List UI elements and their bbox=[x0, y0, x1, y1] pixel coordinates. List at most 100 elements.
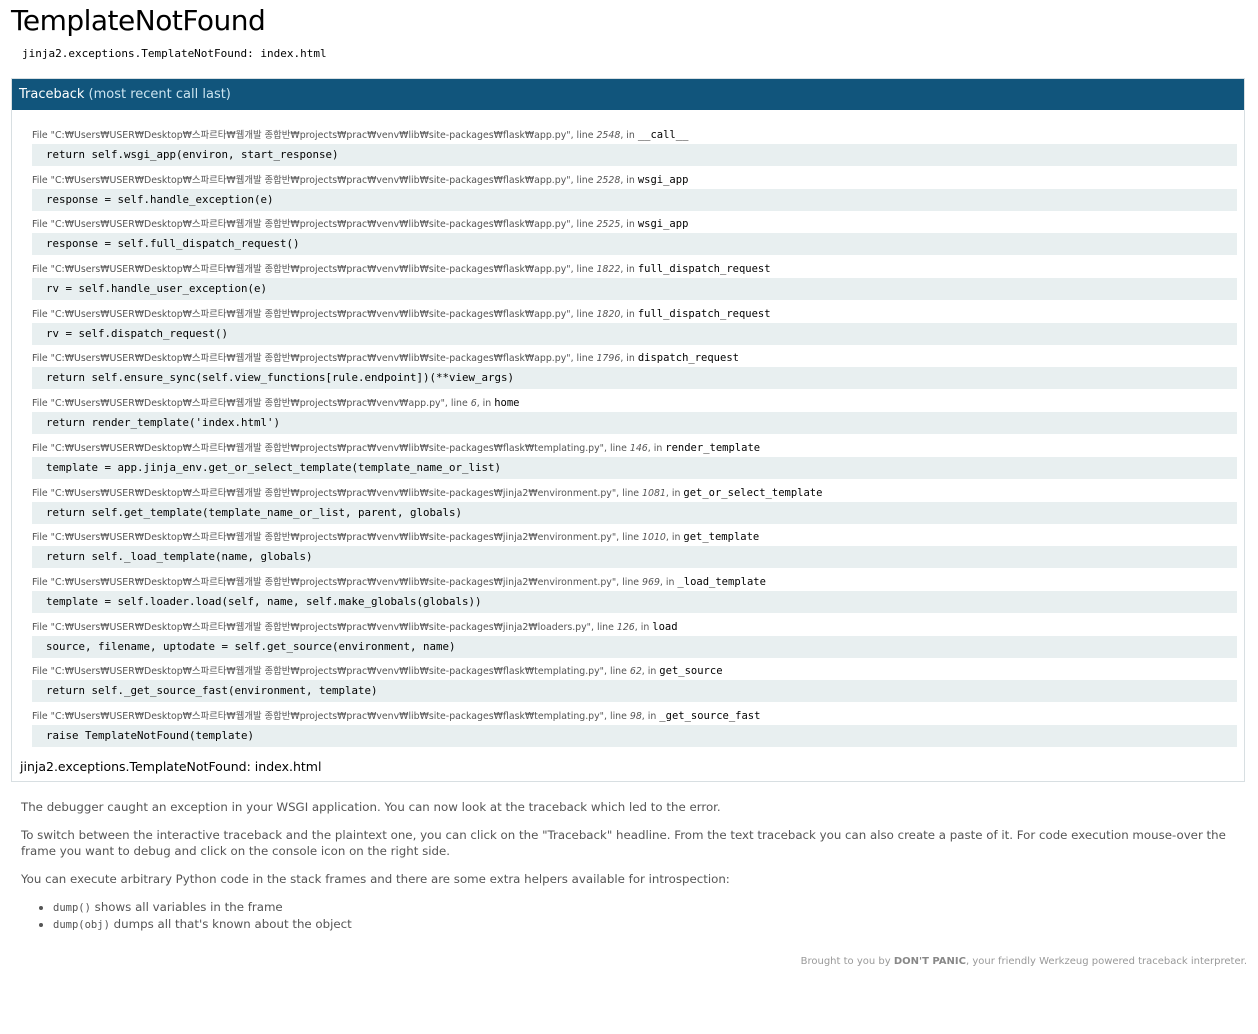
traceback-frame: File "C:₩Users₩USER₩Desktop₩스파르타₩웹개발 종합반… bbox=[32, 216, 1237, 261]
frame-function: _get_source_fast bbox=[659, 709, 761, 722]
frame-filename: "C:₩Users₩USER₩Desktop₩스파르타₩웹개발 종합반₩proj… bbox=[50, 308, 571, 320]
frame-in-word: , in bbox=[620, 353, 638, 365]
frame-lineno: 98 bbox=[629, 710, 642, 722]
frame-file-prefix: File bbox=[32, 487, 51, 499]
frame-lineno: 146 bbox=[629, 442, 648, 454]
frame-location: File "C:₩Users₩USER₩Desktop₩스파르타₩웹개발 종합반… bbox=[32, 574, 1237, 590]
frame-line-word: , line bbox=[570, 308, 597, 320]
frame-source-line[interactable]: raise TemplateNotFound(template) bbox=[32, 724, 1237, 747]
error-message: jinja2.exceptions.TemplateNotFound: inde… bbox=[22, 47, 327, 60]
helper-code: dump() bbox=[53, 902, 91, 914]
frame-in-word: , in bbox=[620, 264, 638, 276]
frame-filename: "C:₩Users₩USER₩Desktop₩스파르타₩웹개발 종합반₩proj… bbox=[50, 666, 604, 678]
frame-source-line[interactable]: source, filename, uptodate = self.get_so… bbox=[32, 635, 1237, 658]
frame-filename: "C:₩Users₩USER₩Desktop₩스파르타₩웹개발 종합반₩proj… bbox=[50, 487, 617, 499]
frame-in-word: , in bbox=[620, 308, 638, 320]
helper-code: dump(obj) bbox=[53, 919, 110, 931]
frame-source-line[interactable]: return self._load_template(name, globals… bbox=[32, 546, 1237, 569]
traceback-frame: File "C:₩Users₩USER₩Desktop₩스파르타₩웹개발 종합반… bbox=[32, 350, 1237, 395]
frame-location: File "C:₩Users₩USER₩Desktop₩스파르타₩웹개발 종합반… bbox=[32, 261, 1237, 277]
frame-filename: "C:₩Users₩USER₩Desktop₩스파르타₩웹개발 종합반₩proj… bbox=[50, 576, 617, 588]
frame-line-word: , line bbox=[570, 353, 597, 365]
frame-file-prefix: File bbox=[32, 532, 51, 544]
frame-file-prefix: File bbox=[32, 174, 51, 186]
frame-lineno: 1822 bbox=[596, 264, 621, 276]
helper-item: dump(obj) dumps all that's known about t… bbox=[53, 916, 1231, 933]
frame-line-word: , line bbox=[604, 666, 630, 678]
frame-function: dispatch_request bbox=[637, 352, 739, 365]
frame-lineno: 1796 bbox=[596, 353, 621, 365]
frame-filename: "C:₩Users₩USER₩Desktop₩스파르타₩웹개발 종합반₩proj… bbox=[50, 130, 571, 141]
frame-function: get_or_select_template bbox=[683, 486, 823, 499]
frame-lineno: 2528 bbox=[596, 174, 621, 186]
traceback-frame: File "C:₩Users₩USER₩Desktop₩스파르타₩웹개발 종합반… bbox=[32, 574, 1237, 619]
frame-function: full_dispatch_request bbox=[637, 263, 771, 276]
frame-file-prefix: File bbox=[32, 710, 51, 722]
frame-source-line[interactable]: return self.get_template(template_name_o… bbox=[32, 501, 1237, 524]
frame-filename: "C:₩Users₩USER₩Desktop₩스파르타₩웹개발 종합반₩proj… bbox=[50, 532, 617, 544]
traceback-headline-note: (most recent call last) bbox=[88, 87, 231, 102]
frame-function: render_template bbox=[665, 441, 761, 454]
frame-line-word: , line bbox=[570, 264, 597, 276]
frame-function: _load_template bbox=[677, 575, 766, 588]
traceback-frame: File "C:₩Users₩USER₩Desktop₩스파르타₩웹개발 종합반… bbox=[32, 708, 1237, 753]
frame-line-word: , line bbox=[570, 219, 597, 231]
frame-line-word: , line bbox=[604, 442, 630, 454]
frame-source-line[interactable]: template = self.loader.load(self, name, … bbox=[32, 590, 1237, 613]
frame-lineno: 1081 bbox=[642, 487, 666, 499]
traceback-frame: File "C:₩Users₩USER₩Desktop₩스파르타₩웹개발 종합반… bbox=[32, 306, 1237, 351]
frame-filename: "C:₩Users₩USER₩Desktop₩스파르타₩웹개발 종합반₩proj… bbox=[50, 174, 571, 186]
frame-line-word: , line bbox=[604, 710, 630, 722]
traceback-frame: File "C:₩Users₩USER₩Desktop₩스파르타₩웹개발 종합반… bbox=[32, 663, 1237, 708]
traceback-frame: File "C:₩Users₩USER₩Desktop₩스파르타₩웹개발 종합반… bbox=[32, 127, 1237, 172]
frame-file-prefix: File bbox=[32, 219, 51, 231]
frame-filename: "C:₩Users₩USER₩Desktop₩스파르타₩웹개발 종합반₩proj… bbox=[50, 264, 571, 276]
helper-item: dump() shows all variables in the frame bbox=[53, 899, 1231, 916]
frame-function: wsgi_app bbox=[637, 173, 689, 186]
explanation: The debugger caught an exception in your… bbox=[21, 799, 1231, 933]
frame-in-word: , in bbox=[641, 666, 660, 678]
frame-lineno: 2525 bbox=[596, 219, 621, 231]
frame-function: get_template bbox=[683, 531, 760, 544]
frame-source-line[interactable]: rv = self.dispatch_request() bbox=[32, 322, 1237, 345]
frame-lineno: 126 bbox=[616, 621, 635, 633]
frame-source-line[interactable]: response = self.handle_exception(e) bbox=[32, 188, 1237, 211]
frame-location: File "C:₩Users₩USER₩Desktop₩스파르타₩웹개발 종합반… bbox=[32, 619, 1237, 635]
frame-filename: "C:₩Users₩USER₩Desktop₩스파르타₩웹개발 종합반₩proj… bbox=[50, 710, 604, 722]
footer: Brought to you by DON'T PANIC, your frie… bbox=[801, 956, 1247, 967]
frame-source-line[interactable]: response = self.full_dispatch_request() bbox=[32, 233, 1237, 256]
frame-function: full_dispatch_request bbox=[637, 307, 771, 320]
frame-location: File "C:₩Users₩USER₩Desktop₩스파르타₩웹개발 종합반… bbox=[32, 172, 1237, 188]
frame-in-word: , in bbox=[665, 487, 684, 499]
frame-source-line[interactable]: return self._get_source_fast(environment… bbox=[32, 680, 1237, 703]
frame-source-line[interactable]: rv = self.handle_user_exception(e) bbox=[32, 278, 1237, 301]
frame-function: load bbox=[652, 620, 678, 633]
frame-lineno: 2548 bbox=[596, 130, 621, 141]
frame-source-line[interactable]: return render_template('index.html') bbox=[32, 412, 1237, 435]
frame-source-line[interactable]: return self.wsgi_app(environ, start_resp… bbox=[32, 144, 1237, 166]
frame-in-word: , in bbox=[620, 174, 638, 186]
frame-in-word: , in bbox=[476, 398, 495, 410]
frame-lineno: 62 bbox=[629, 666, 642, 678]
frame-filename: "C:₩Users₩USER₩Desktop₩스파르타₩웹개발 종합반₩proj… bbox=[50, 219, 571, 231]
frame-file-prefix: File bbox=[32, 353, 51, 365]
frame-line-word: , line bbox=[591, 621, 617, 633]
frame-line-word: , line bbox=[616, 487, 643, 499]
frame-line-word: , line bbox=[570, 130, 597, 141]
explanation-p3: You can execute arbitrary Python code in… bbox=[21, 872, 730, 886]
frame-filename: "C:₩Users₩USER₩Desktop₩스파르타₩웹개발 종합반₩proj… bbox=[50, 621, 591, 633]
explanation-p1: The debugger caught an exception in your… bbox=[21, 800, 721, 814]
traceback-frame: File "C:₩Users₩USER₩Desktop₩스파르타₩웹개발 종합반… bbox=[32, 485, 1237, 530]
frame-file-prefix: File bbox=[32, 576, 51, 588]
frame-source-line[interactable]: return self.ensure_sync(self.view_functi… bbox=[32, 367, 1237, 390]
traceback-headline[interactable]: Traceback (most recent call last) bbox=[12, 79, 1244, 110]
frame-location: File "C:₩Users₩USER₩Desktop₩스파르타₩웹개발 종합반… bbox=[32, 440, 1237, 456]
frame-filename: "C:₩Users₩USER₩Desktop₩스파르타₩웹개발 종합반₩proj… bbox=[50, 353, 571, 365]
frame-in-word: , in bbox=[659, 576, 678, 588]
frame-location: File "C:₩Users₩USER₩Desktop₩스파르타₩웹개발 종합반… bbox=[32, 708, 1237, 724]
frame-source-line[interactable]: template = app.jinja_env.get_or_select_t… bbox=[32, 456, 1237, 479]
traceback-frame: File "C:₩Users₩USER₩Desktop₩스파르타₩웹개발 종합반… bbox=[32, 619, 1237, 664]
traceback-frame: File "C:₩Users₩USER₩Desktop₩스파르타₩웹개발 종합반… bbox=[32, 440, 1237, 485]
frame-function: wsgi_app bbox=[637, 218, 689, 231]
traceback-frame: File "C:₩Users₩USER₩Desktop₩스파르타₩웹개발 종합반… bbox=[32, 395, 1237, 440]
